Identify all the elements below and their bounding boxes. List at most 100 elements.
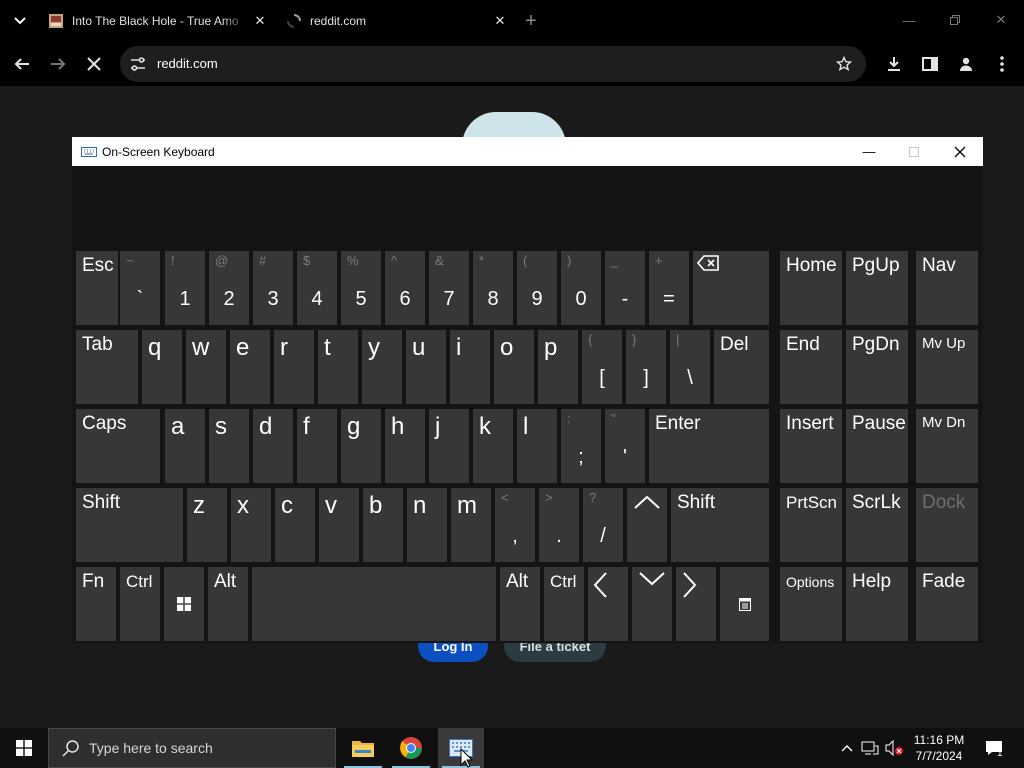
key-c[interactable]: c (275, 488, 315, 562)
key-ctrl-right[interactable]: Ctrl (544, 567, 584, 641)
key-g[interactable]: g (341, 409, 381, 483)
key-shift-left[interactable]: Shift (76, 488, 183, 562)
taskbar-app-file-explorer[interactable] (340, 728, 386, 768)
close-window-button[interactable]: ✕ (978, 0, 1024, 40)
key-u[interactable]: u (406, 330, 446, 404)
key-enter[interactable]: Enter (649, 409, 769, 483)
key-prtscn[interactable]: PrtScn (780, 488, 842, 562)
new-tab-button[interactable]: + (520, 10, 542, 32)
tab-close-icon[interactable]: ✕ (488, 9, 512, 33)
key-scrlk[interactable]: ScrLk (846, 488, 908, 562)
key-shift-right[interactable]: Shift (671, 488, 769, 562)
volume-button[interactable] (884, 728, 906, 768)
key-a[interactable]: a (165, 409, 205, 483)
key-help[interactable]: Help (846, 567, 908, 641)
key-close-bracket[interactable]: }] (626, 330, 666, 404)
key-0[interactable]: ) 0 (561, 251, 601, 325)
key-3[interactable]: #3 (253, 251, 293, 325)
key-backspace[interactable] (693, 251, 769, 325)
key-arrow-down[interactable] (632, 567, 672, 641)
key-alt-right[interactable]: Alt (500, 567, 540, 641)
stop-loading-button[interactable] (80, 50, 108, 78)
key-equals[interactable]: + = (649, 251, 689, 325)
key-windows[interactable] (164, 567, 204, 641)
key-minus[interactable]: _ - (605, 251, 645, 325)
key-arrow-left[interactable] (588, 567, 628, 641)
key-2[interactable]: @2 (209, 251, 249, 325)
key-tab[interactable]: Tab (76, 330, 138, 404)
key-l[interactable]: l (517, 409, 557, 483)
key-9[interactable]: (9 (517, 251, 557, 325)
key-options[interactable]: Options (780, 567, 842, 641)
key-fade[interactable]: Fade (916, 567, 978, 641)
key-i[interactable]: i (450, 330, 490, 404)
bookmark-button[interactable] (834, 54, 854, 74)
back-button[interactable] (8, 50, 36, 78)
key-8[interactable]: * 8 (473, 251, 513, 325)
key-del[interactable]: Del (714, 330, 769, 404)
key-period[interactable]: >. (539, 488, 579, 562)
key-alt-left[interactable]: Alt (208, 567, 248, 641)
start-button[interactable] (0, 728, 48, 768)
key-p[interactable]: p (538, 330, 578, 404)
tab-into-the-black-hole[interactable]: Into The Black Hole - True Amo ✕ (40, 6, 272, 36)
key-mv-up[interactable]: Mv Up (916, 330, 978, 404)
browser-menu-button[interactable] (988, 50, 1016, 78)
profile-button[interactable] (952, 50, 980, 78)
forward-button[interactable] (44, 50, 72, 78)
key-y[interactable]: y (362, 330, 402, 404)
key-pgdn[interactable]: PgDn (846, 330, 908, 404)
osk-minimize-button[interactable]: — (846, 137, 892, 166)
network-button[interactable] (860, 728, 880, 768)
key-j[interactable]: j (429, 409, 469, 483)
key-q[interactable]: q (142, 330, 182, 404)
key-7[interactable]: & 7 (429, 251, 469, 325)
key-4[interactable]: $4 (297, 251, 337, 325)
key-slash[interactable]: ? / (583, 488, 623, 562)
key-1[interactable]: ! 1 (165, 251, 205, 325)
tab-close-icon[interactable]: ✕ (248, 9, 272, 33)
key-v[interactable]: v (319, 488, 359, 562)
key-home[interactable]: Home (780, 251, 842, 325)
taskbar-app-chrome[interactable] (388, 728, 434, 768)
key-e[interactable]: e (230, 330, 270, 404)
key-fn[interactable]: Fn (76, 567, 116, 641)
show-hidden-icons-button[interactable] (838, 728, 856, 768)
key-w[interactable]: w (186, 330, 226, 404)
key-backslash[interactable]: | \ (670, 330, 710, 404)
notifications-button[interactable]: 1 (980, 728, 1008, 768)
key-k[interactable]: k (473, 409, 513, 483)
key-end[interactable]: End (780, 330, 842, 404)
taskbar-clock[interactable]: 11:16 PM 7/7/2024 (908, 732, 970, 764)
osk-close-button[interactable] (937, 137, 983, 166)
key-5[interactable]: % 5 (341, 251, 381, 325)
key-insert[interactable]: Insert (780, 409, 842, 483)
tab-search-button[interactable] (8, 10, 32, 32)
key-6[interactable]: ^ 6 (385, 251, 425, 325)
key-arrow-up[interactable] (627, 488, 667, 562)
key-caps[interactable]: Caps (76, 409, 160, 483)
key-open-bracket[interactable]: {[ (582, 330, 622, 404)
key-h[interactable]: h (385, 409, 425, 483)
address-bar[interactable]: reddit.com (120, 46, 866, 82)
key-n[interactable]: n (407, 488, 447, 562)
key-comma[interactable]: <, (495, 488, 535, 562)
key-r[interactable]: r (274, 330, 314, 404)
key-context-menu[interactable] (720, 567, 769, 641)
key-x[interactable]: x (231, 488, 271, 562)
downloads-button[interactable] (880, 50, 908, 78)
key-z[interactable]: z (187, 488, 227, 562)
key-b[interactable]: b (363, 488, 403, 562)
site-info-button[interactable] (128, 54, 148, 74)
minimize-button[interactable]: — (886, 0, 932, 40)
key-quote[interactable]: " ' (605, 409, 645, 483)
key-t[interactable]: t (318, 330, 358, 404)
key-arrow-right[interactable] (676, 567, 716, 641)
taskbar-search-box[interactable]: Type here to search (48, 728, 336, 768)
key-semicolon[interactable]: :; (561, 409, 601, 483)
key-nav[interactable]: Nav (916, 251, 978, 325)
tab-reddit[interactable]: reddit.com ✕ (278, 6, 512, 36)
key-backtick[interactable]: ~ ` (120, 251, 160, 325)
key-pgup[interactable]: PgUp (846, 251, 908, 325)
key-o[interactable]: o (494, 330, 534, 404)
